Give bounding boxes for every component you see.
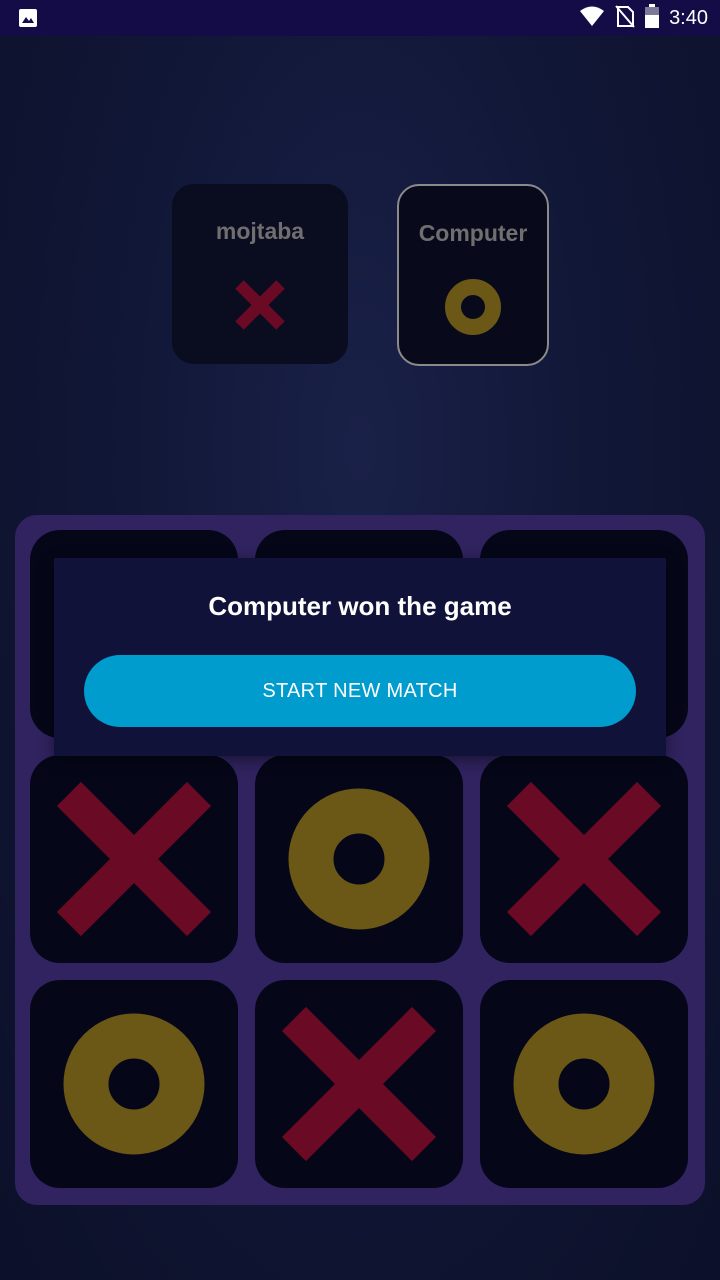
o-mark-icon [63, 1013, 205, 1155]
player-name: Computer [418, 220, 528, 246]
game-over-dialog: Computer won the game START NEW MATCH [54, 558, 666, 756]
board-cell-2-1[interactable] [255, 980, 463, 1188]
player-card-mojtaba: mojtaba [172, 184, 348, 364]
board-cell-2-0[interactable] [30, 980, 238, 1188]
x-mark-icon [506, 781, 662, 937]
wifi-icon [579, 5, 605, 32]
player-name: mojtaba [215, 218, 305, 244]
player-card-computer: Computer [397, 184, 549, 366]
start-new-match-button[interactable]: START NEW MATCH [84, 655, 636, 727]
board-cell-2-2[interactable] [480, 980, 688, 1188]
x-mark-icon [281, 1006, 437, 1162]
x-mark-icon [56, 781, 212, 937]
o-mark-icon [513, 1013, 655, 1155]
battery-icon [645, 3, 660, 33]
status-bar: 3:40 [0, 0, 720, 36]
image-notification-icon [18, 8, 38, 28]
board-cell-1-2[interactable] [480, 755, 688, 963]
clock: 3:40 [669, 6, 708, 29]
no-sim-icon [615, 4, 635, 33]
result-message: Computer won the game [208, 591, 512, 621]
board-cell-1-1[interactable] [255, 755, 463, 963]
o-mark-icon [288, 788, 430, 930]
board-cell-1-0[interactable] [30, 755, 238, 963]
o-mark-icon [445, 279, 501, 335]
x-mark-icon [235, 280, 285, 330]
